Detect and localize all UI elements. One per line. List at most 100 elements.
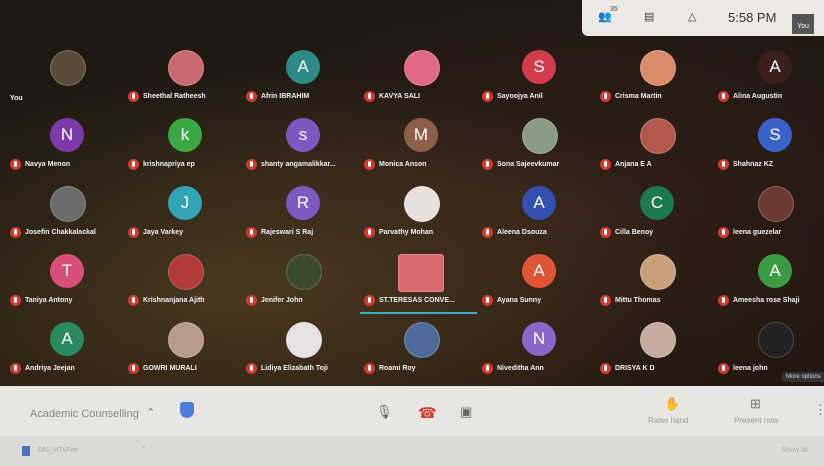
participant-tile[interactable]: k krishnapriya ep	[124, 108, 241, 176]
participant-name-text: Josefin Chakkalackal	[25, 229, 96, 236]
participant-tile[interactable]: S Shahnaz KZ	[714, 108, 824, 176]
participant-tile[interactable]: A Ameesha rose Shaji	[714, 244, 824, 312]
participant-tile[interactable]: DRISYA K D	[596, 312, 713, 380]
mic-icon[interactable]: 🎙	[376, 404, 393, 420]
participant-name-text: Taniya Antony	[25, 297, 73, 304]
participant-name-text: Aleena Dsouza	[497, 229, 547, 236]
participant-name: Anjana E A	[600, 159, 713, 170]
participant-tile[interactable]: Crisma Martin	[596, 40, 713, 108]
more-vert-icon[interactable]: ⋮	[814, 402, 824, 418]
participant-tile[interactable]: S Sayoojya Anil	[478, 40, 595, 108]
participant-tile[interactable]: C Cilla Benoy	[596, 176, 713, 244]
participant-name: Crisma Martin	[600, 91, 713, 102]
participant-name: Afrin IBRAHIM	[246, 91, 359, 102]
participant-avatar: N	[522, 322, 556, 356]
participant-avatar: s	[286, 118, 320, 152]
participant-tile[interactable]: A Aleena Dsouza	[478, 176, 595, 244]
participant-name: Jaya Varkey	[128, 227, 241, 238]
participant-tile[interactable]: Roami Roy	[360, 312, 477, 380]
participant-tile[interactable]: A Andriya Jeejan	[6, 312, 123, 380]
participant-tile[interactable]: R Rajeswari S Raj	[242, 176, 359, 244]
file-icon	[22, 446, 30, 456]
participant-name-text: Roami Roy	[379, 365, 416, 372]
participant-tile[interactable]: T Taniya Antony	[6, 244, 123, 312]
mic-off-icon	[246, 227, 257, 238]
participant-tile[interactable]: Mittu Thomas	[596, 244, 713, 312]
participant-name-text: leena guezelar	[733, 229, 782, 236]
participant-tile[interactable]: M Monica Anson	[360, 108, 477, 176]
mic-off-icon	[600, 159, 611, 170]
mic-off-icon	[718, 295, 729, 306]
camera-icon[interactable]: ▣	[460, 404, 472, 420]
participant-name: Aleena Dsouza	[482, 227, 595, 238]
chat-icon[interactable]: ▤	[644, 10, 654, 23]
participant-name: Josefin Chakkalackal	[10, 227, 123, 238]
participant-avatar: A	[522, 186, 556, 220]
participant-tile[interactable]: Sona Sajeevkumar	[478, 108, 595, 176]
participant-name-text: Lidiya Elizabath Toji	[261, 365, 328, 372]
download-file-name[interactable]: DM_MTvFee	[38, 447, 78, 454]
download-chevron-icon[interactable]: ⌃	[140, 445, 147, 454]
participant-tile[interactable]: Josefin Chakkalackal	[6, 176, 123, 244]
participant-avatar: S	[522, 50, 556, 84]
participant-tile[interactable]: Sheethal Ratheesh	[124, 40, 241, 108]
show-all-button[interactable]: Show all	[782, 447, 808, 454]
participant-avatar: R	[286, 186, 320, 220]
mic-off-icon	[10, 295, 21, 306]
participant-name-text: Jaya Varkey	[143, 229, 184, 236]
participant-tile[interactable]: Lidiya Elizabath Toji	[242, 312, 359, 380]
participant-avatar	[758, 186, 794, 222]
participant-tile[interactable]: A Afrin IBRAHIM	[242, 40, 359, 108]
participant-avatar	[50, 50, 86, 86]
meeting-title[interactable]: Academic Counselling	[30, 408, 139, 420]
chevron-up-icon[interactable]: ⌃	[146, 406, 155, 419]
participant-tile[interactable]: ST.TERESAS CONVE...	[360, 244, 477, 314]
participant-tile[interactable]: A Ayana Sunny	[478, 244, 595, 312]
participant-avatar	[168, 322, 204, 358]
mic-off-icon	[128, 159, 139, 170]
participant-tile[interactable]: Parvathy Mohan	[360, 176, 477, 244]
raise-hand-icon[interactable]: ✋	[664, 396, 680, 412]
participant-tile[interactable]: Anjana E A	[596, 108, 713, 176]
raise-hand-label[interactable]: Raise hand	[648, 416, 688, 425]
hangup-icon[interactable]: ☎	[418, 404, 437, 422]
participant-tile[interactable]: N Niveditha Ann	[478, 312, 595, 380]
participant-tile[interactable]: KAVYA SALI	[360, 40, 477, 108]
participant-name: Parvathy Mohan	[364, 227, 477, 238]
top-bar: 👥 35 ▤ △ 5:58 PM You	[582, 0, 824, 36]
participant-name: Niveditha Ann	[482, 363, 595, 374]
participant-avatar	[286, 322, 322, 358]
participant-name: Rajeswari S Raj	[246, 227, 359, 238]
participant-name-text: leena john	[733, 365, 768, 372]
participant-name-text: shanty angamalikkar...	[261, 161, 336, 168]
mic-off-icon	[364, 91, 375, 102]
participant-tile[interactable]: leena john	[714, 312, 824, 380]
mic-off-icon	[364, 295, 375, 306]
participant-name: GOWRI MURALI	[128, 363, 241, 374]
participant-name-text: Shahnaz KZ	[733, 161, 774, 168]
participant-avatar: A	[758, 50, 792, 84]
participant-tile[interactable]: J Jaya Varkey	[124, 176, 241, 244]
participant-name: Roami Roy	[364, 363, 477, 374]
present-now-label[interactable]: Present now	[734, 416, 778, 425]
participant-tile[interactable]: GOWRI MURALI	[124, 312, 241, 380]
mic-off-icon	[246, 159, 257, 170]
participant-name: Ameesha rose Shaji	[718, 295, 824, 306]
participant-tile[interactable]: A Alina Augustin	[714, 40, 824, 108]
participant-tile[interactable]: Krishnanjana Ajith	[124, 244, 241, 312]
participant-tile[interactable]: leena guezelar	[714, 176, 824, 244]
more-options-tooltip: More options	[782, 372, 824, 382]
participant-tile[interactable]: You	[6, 40, 123, 108]
participant-tile[interactable]: N Navya Menon	[6, 108, 123, 176]
participant-avatar	[398, 254, 444, 292]
self-thumbnail[interactable]: You	[792, 14, 814, 34]
participant-avatar	[640, 254, 676, 290]
participant-tile[interactable]: Jenifer John	[242, 244, 359, 312]
participant-name-text: Sayoojya Anil	[497, 93, 543, 100]
present-icon[interactable]: ⊞	[750, 396, 761, 412]
shapes-icon[interactable]: △	[688, 10, 696, 23]
shield-icon[interactable]	[180, 402, 194, 418]
participant-tile[interactable]: s shanty angamalikkar...	[242, 108, 359, 176]
mic-off-icon	[128, 227, 139, 238]
participant-name-text: Krishnanjana Ajith	[143, 297, 205, 304]
